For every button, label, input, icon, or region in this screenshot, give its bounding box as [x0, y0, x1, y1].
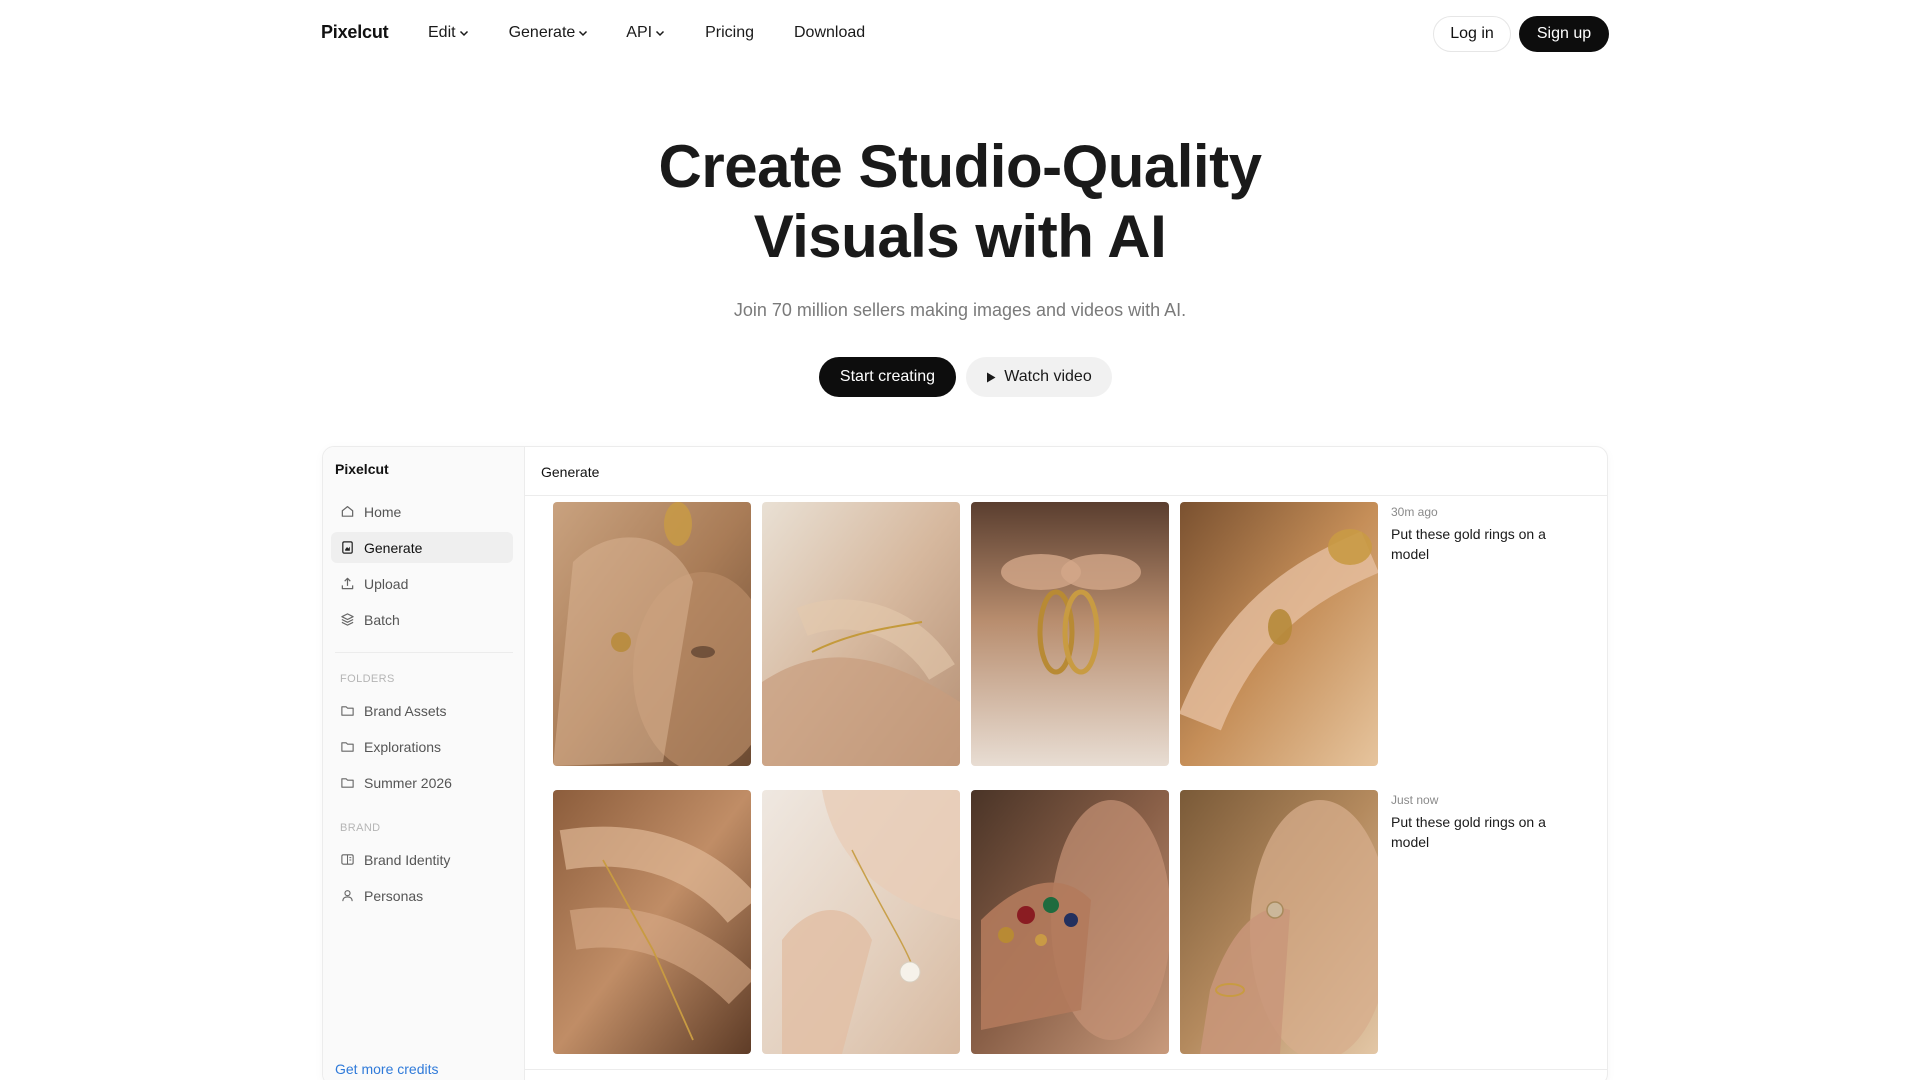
sidebar-item-personas[interactable]: Personas [331, 880, 513, 911]
sidebar-item-label: Batch [364, 611, 400, 628]
sidebar-item-generate[interactable]: Generate [331, 532, 513, 563]
generate-icon [342, 541, 353, 554]
get-more-credits-link[interactable]: Get more credits [335, 1061, 438, 1077]
sidebar-item-home[interactable]: Home [331, 496, 513, 527]
nav-api-menu[interactable]: API [626, 24, 665, 42]
start-creating-button[interactable]: Start creating [819, 357, 956, 397]
generated-image-tile[interactable] [553, 790, 751, 1054]
hero-title-line-1: Create Studio-Quality [658, 133, 1262, 200]
signup-button[interactable]: Sign up [1519, 16, 1609, 52]
generated-image-tile[interactable] [762, 790, 960, 1054]
generation-row-meta: 30m ago Put these gold rings on a model [1391, 505, 1581, 564]
generated-image-tile[interactable] [553, 502, 751, 766]
play-icon [987, 372, 996, 382]
watch-video-button[interactable]: Watch video [966, 357, 1112, 397]
sidebar-item-label: Upload [364, 575, 409, 592]
brand-book-icon [341, 854, 354, 865]
jewelry-photo-image [553, 790, 751, 1054]
jewelry-photo-image [1180, 502, 1378, 766]
sidebar-item-explorations[interactable]: Explorations [331, 731, 513, 762]
sidebar-brand: Pixelcut [335, 461, 389, 477]
sidebar-item-label: Personas [364, 887, 424, 904]
main-title: Generate [541, 464, 600, 480]
folder-icon [341, 778, 354, 788]
nav-links: Edit Generate API Pricing Download [428, 24, 865, 42]
sidebar-divider [335, 652, 513, 653]
generation-prompt: Put these gold rings on a model [1391, 814, 1546, 850]
nav-edit-menu[interactable]: Edit [428, 24, 469, 42]
sidebar-item-label: Explorations [364, 738, 442, 755]
nav-generate-menu[interactable]: Generate [509, 24, 589, 42]
upload-icon [341, 577, 354, 590]
generated-image-tile[interactable] [971, 502, 1169, 766]
nav-edit-label: Edit [428, 24, 456, 41]
generation-timestamp: 30m ago [1391, 505, 1438, 519]
generation-prompt: Put these gold rings on a model [1391, 526, 1546, 562]
jewelry-photo-image [762, 790, 960, 1054]
sidebar-item-upload[interactable]: Upload [331, 568, 513, 599]
home-icon [341, 506, 354, 517]
app-main-panel: Generate 30m ago Put these gold rings on… [525, 447, 1607, 1080]
generated-image-tile[interactable] [971, 790, 1169, 1054]
folder-icon [341, 742, 354, 752]
jewelry-photo-image [762, 502, 960, 766]
app-sidebar: Pixelcut Home Generate Upload Batch FOLD… [323, 447, 525, 1080]
sidebar-item-batch[interactable]: Batch [331, 604, 513, 635]
sidebar-item-label: Generate [364, 539, 423, 556]
sidebar-item-label: Home [364, 503, 402, 520]
sidebar-item-label: Summer 2026 [364, 774, 452, 791]
sidebar-item-label: Brand Identity [364, 851, 451, 868]
chevron-down-icon [579, 30, 588, 37]
sidebar-section-brand: BRAND [340, 822, 381, 834]
sidebar-item-brand-assets[interactable]: Brand Assets [331, 695, 513, 726]
jewelry-photo-image [1180, 790, 1378, 1054]
sidebar-section-folders: FOLDERS [340, 673, 395, 685]
generated-image-tile[interactable] [1180, 502, 1378, 766]
login-button[interactable]: Log in [1433, 16, 1511, 52]
brand-logo[interactable]: Pixelcut [321, 22, 389, 43]
generated-image-tile[interactable] [762, 502, 960, 766]
app-preview-window: Pixelcut Home Generate Upload Batch FOLD… [322, 446, 1608, 1080]
nav-api-label: API [626, 24, 653, 41]
sidebar-item-brand-identity[interactable]: Brand Identity [331, 844, 513, 875]
hero-title: Create Studio-Quality Visuals with AI [560, 132, 1360, 272]
chevron-down-icon [459, 30, 468, 37]
folder-icon [341, 706, 354, 716]
nav-pricing-link[interactable]: Pricing [705, 24, 754, 42]
jewelry-photo-image [971, 790, 1169, 1054]
layers-icon [341, 613, 354, 626]
generated-image-tile[interactable] [1180, 790, 1378, 1054]
chevron-down-icon [656, 30, 665, 37]
main-footer-divider [525, 1069, 1607, 1070]
nav-generate-label: Generate [508, 24, 576, 41]
person-icon [342, 890, 353, 902]
sidebar-item-summer-2026[interactable]: Summer 2026 [331, 767, 513, 798]
top-navigation: Pixelcut Edit Generate API Pricing Downl… [0, 0, 1920, 68]
generation-row-meta: Just now Put these gold rings on a model [1391, 793, 1581, 852]
hero-subtitle: Join 70 million sellers making images an… [733, 300, 1187, 320]
nav-download-link[interactable]: Download [794, 24, 865, 42]
jewelry-photo-image [553, 502, 751, 766]
sidebar-item-label: Brand Assets [364, 702, 447, 719]
watch-video-label: Watch video [1004, 368, 1092, 385]
hero-title-line-2: Visuals with AI [753, 203, 1167, 270]
generation-timestamp: Just now [1391, 793, 1439, 807]
jewelry-photo-image [971, 502, 1169, 766]
nav-download-label: Download [794, 24, 866, 41]
main-header: Generate [525, 447, 1607, 496]
nav-pricing-label: Pricing [705, 24, 754, 41]
